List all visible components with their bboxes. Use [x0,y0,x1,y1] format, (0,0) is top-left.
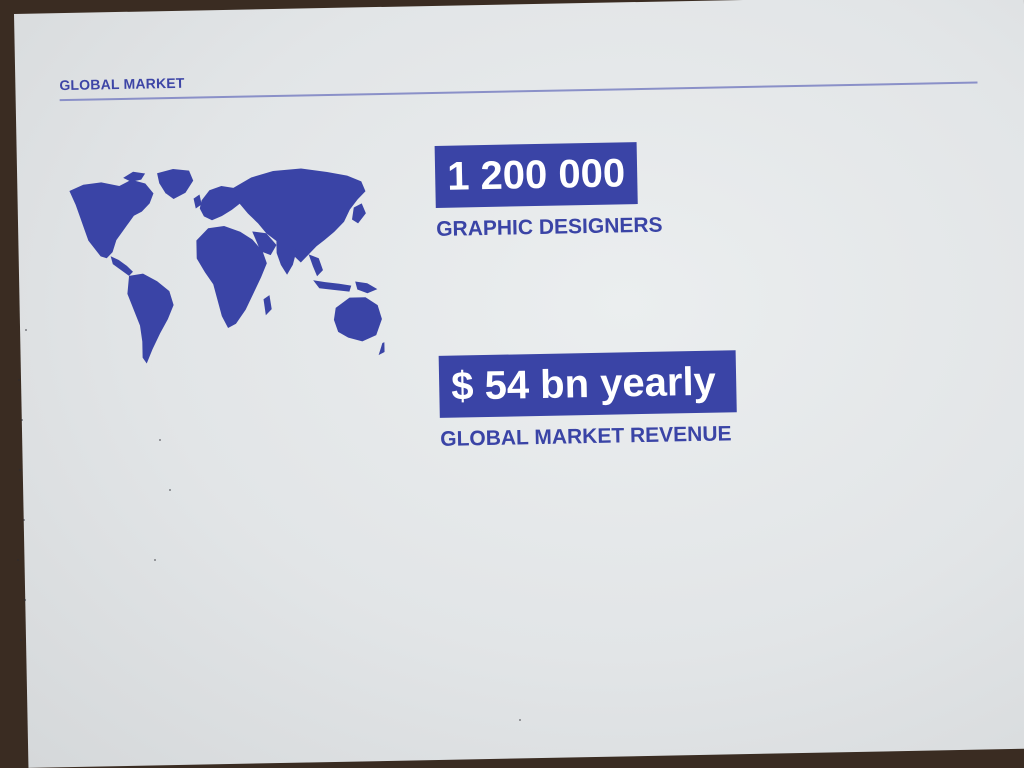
projected-slide: GLOBAL MARKET 1 200 000 GRAPHIC DESIGNER… [14,0,1024,768]
stat-caption: GRAPHIC DESIGNERS [435,213,663,241]
stat-value: $ 54 bn yearly [438,350,737,418]
stat-revenue: $ 54 bn yearly GLOBAL MARKET REVENUE [438,350,737,452]
projector-photo: GLOBAL MARKET 1 200 000 GRAPHIC DESIGNER… [0,0,1024,768]
stat-designers: 1 200 000 GRAPHIC DESIGNERS [434,142,663,242]
world-map-icon [69,168,385,364]
stat-value: 1 200 000 [434,142,638,208]
stat-caption: GLOBAL MARKET REVENUE [440,422,732,451]
slide-title: GLOBAL MARKET [59,74,185,94]
title-divider [59,81,978,102]
